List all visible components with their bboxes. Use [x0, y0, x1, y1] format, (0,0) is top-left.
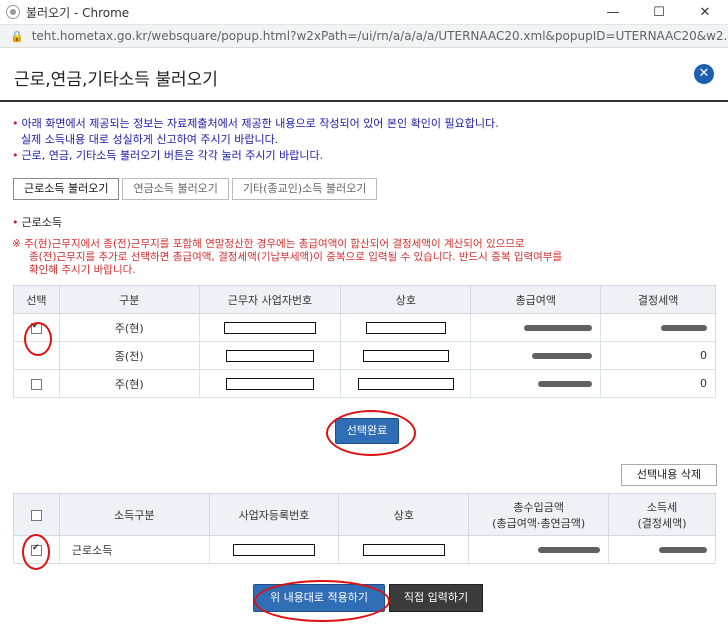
window-close-icon[interactable]: ✕	[682, 0, 728, 24]
column-header: 근무자 사업자번호	[198, 285, 342, 314]
close-icon[interactable]: ✕	[694, 64, 714, 84]
tax-cell: 0	[600, 369, 716, 398]
window-titlebar: 불러오기 - Chrome — ☐ ✕	[0, 0, 728, 25]
redacted-cell	[608, 535, 716, 564]
redacted-cell	[198, 369, 342, 398]
popup-header: 근로,연금,기타소득 불러오기 ✕	[0, 48, 728, 102]
type-cell: 주(현)	[58, 369, 200, 398]
redacted-cell	[470, 369, 602, 398]
income-tabs: 근로소득 불러오기 연금소득 불러오기 기타(종교인)소득 불러오기	[13, 178, 380, 200]
redacted-cell	[198, 341, 342, 370]
column-header: 총수입금액 (총급여액·총연금액)	[468, 493, 610, 536]
row-select-cell	[13, 313, 60, 342]
tab-earned-income[interactable]: 근로소득 불러오기	[13, 178, 120, 200]
row-checkbox[interactable]	[30, 378, 42, 390]
tax-cell: 0	[600, 341, 716, 370]
redacted-cell	[340, 341, 472, 370]
table-row: 주(현) 0	[13, 369, 716, 398]
chrome-icon	[6, 5, 20, 19]
redacted-cell	[468, 535, 610, 564]
page-title: 근로,연금,기타소득 불러오기	[14, 70, 218, 90]
column-header: 상호	[338, 493, 470, 536]
earned-income-table: 선택 구분 근무자 사업자번호 상호 총급여액 결정세액 주(현) 종(전) 0…	[13, 285, 716, 398]
table-row: 주(현)	[13, 313, 716, 342]
select-all-cell	[13, 493, 60, 536]
table-row: 종(전) 0	[13, 341, 716, 370]
notice-item: • 아래 화면에서 제공되는 정보는 자료제출처에서 제공한 내용으로 작성되어 …	[12, 117, 499, 130]
tab-pension-income[interactable]: 연금소득 불러오기	[122, 178, 229, 200]
table-header-row: 선택 구분 근무자 사업자번호 상호 총급여액 결정세액	[13, 285, 716, 314]
row-select-cell	[13, 535, 60, 564]
column-header: 선택	[13, 285, 60, 314]
manual-input-button[interactable]: 직접 입력하기	[389, 584, 483, 612]
type-cell: 종(전)	[58, 341, 200, 370]
window-title: 불러오기 - Chrome	[26, 5, 130, 20]
lock-icon: 🔒	[10, 29, 24, 43]
redacted-cell	[600, 313, 716, 342]
tab-other-income[interactable]: 기타(종교인)소득 불러오기	[231, 178, 378, 200]
redacted-cell	[338, 535, 470, 564]
redacted-cell	[198, 313, 342, 342]
apply-button[interactable]: 위 내용대로 적용하기	[253, 584, 385, 612]
row-select-cell	[13, 369, 60, 398]
column-header: 소득세 (결정세액)	[608, 493, 716, 536]
redacted-cell	[340, 369, 472, 398]
maximize-icon[interactable]: ☐	[636, 0, 682, 24]
redacted-cell	[470, 341, 602, 370]
type-cell: 주(현)	[58, 313, 200, 342]
notice-item: 실제 소득내용 대로 성실하게 신고하여 주시기 바랍니다.	[21, 133, 279, 146]
select-done-button[interactable]: 선택완료	[335, 418, 399, 444]
column-header: 상호	[340, 285, 472, 314]
section-label: • 근로소득	[12, 216, 62, 229]
redacted-cell	[208, 535, 340, 564]
table-row: 근로소득	[13, 535, 716, 564]
type-cell: 근로소득	[58, 535, 210, 564]
column-header: 소득구분	[58, 493, 210, 536]
address-bar[interactable]: 🔒 teht.hometax.go.kr/websquare/popup.htm…	[0, 25, 728, 48]
notice-list: • 아래 화면에서 제공되는 정보는 자료제출처에서 제공한 내용으로 작성되어 …	[12, 116, 712, 164]
column-header: 사업자등록번호	[208, 493, 340, 536]
warning-text: ※ 주(현)근무지에서 종(전)근무지를 포함해 연말정산한 경우에는 총급여액…	[12, 238, 563, 276]
window-controls: — ☐ ✕	[590, 0, 728, 24]
column-header: 결정세액	[600, 285, 716, 314]
row-select-cell	[13, 341, 60, 370]
select-all-checkbox[interactable]	[30, 509, 42, 521]
table-header-row: 소득구분 사업자등록번호 상호 총수입금액 (총급여액·총연금액) 소득세 (결정세…	[13, 493, 716, 536]
column-header: 총급여액	[470, 285, 602, 314]
delete-selected-button[interactable]: 선택내용 삭제	[621, 464, 717, 486]
row-checkbox[interactable]	[30, 321, 42, 334]
redacted-cell	[340, 313, 472, 342]
url-text: teht.hometax.go.kr/websquare/popup.html?…	[31, 29, 728, 43]
row-checkbox[interactable]	[30, 543, 42, 556]
redacted-cell	[470, 313, 602, 342]
applied-income-table: 소득구분 사업자등록번호 상호 총수입금액 (총급여액·총연금액) 소득세 (결정세…	[13, 493, 716, 564]
column-header: 구분	[58, 285, 200, 314]
notice-item: • 근로, 연금, 기타소득 불러오기 버튼은 각각 눌러 주시기 바랍니다.	[12, 149, 324, 162]
minimize-icon[interactable]: —	[590, 0, 636, 24]
